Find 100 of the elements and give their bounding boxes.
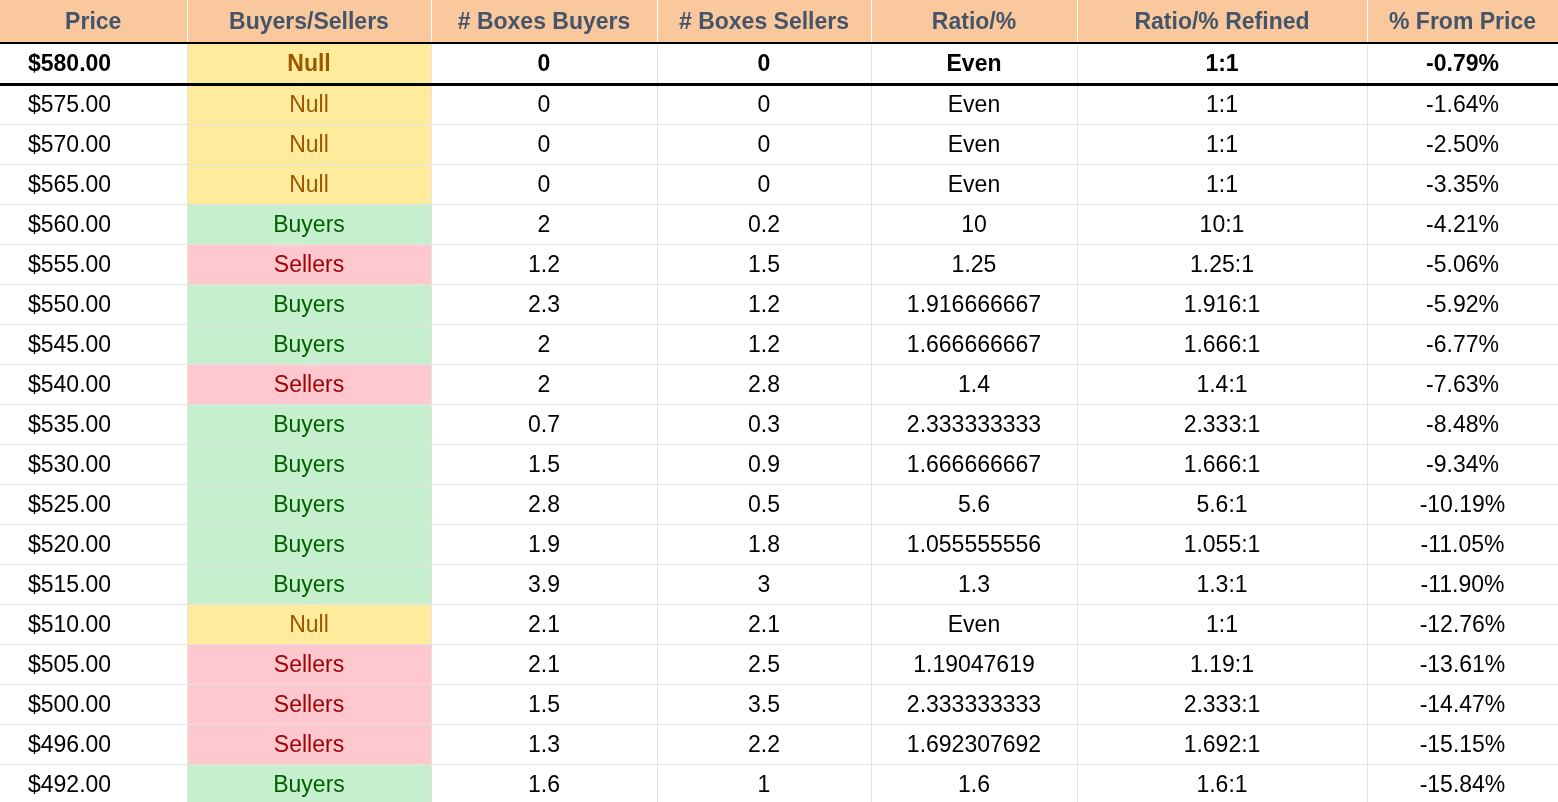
table-cell: Even [871, 84, 1077, 124]
price-cell: $555.00 [0, 244, 187, 284]
table-cell: 0 [657, 43, 871, 84]
table-cell: 1.25 [871, 244, 1077, 284]
table-cell: -1.64% [1367, 84, 1558, 124]
table-cell: 2.1 [431, 644, 657, 684]
table-cell: -11.90% [1367, 564, 1558, 604]
price-cell: $535.00 [0, 404, 187, 444]
table-cell: 1.5 [657, 244, 871, 284]
table-cell: -6.77% [1367, 324, 1558, 364]
table-cell: -15.84% [1367, 764, 1558, 802]
signal-cell: Null [187, 43, 431, 84]
signal-cell: Buyers [187, 404, 431, 444]
price-cell: $520.00 [0, 524, 187, 564]
table-cell: 2.333333333 [871, 684, 1077, 724]
signal-cell: Buyers [187, 204, 431, 244]
table-cell: 1:1 [1077, 164, 1367, 204]
table-cell: 0 [431, 164, 657, 204]
table-cell: 1.6 [871, 764, 1077, 802]
signal-cell: Buyers [187, 284, 431, 324]
signal-cell: Buyers [187, 444, 431, 484]
header-cell: % From Price [1367, 0, 1558, 43]
header-cell: # Boxes Buyers [431, 0, 657, 43]
table-cell: 1.6:1 [1077, 764, 1367, 802]
price-cell: $530.00 [0, 444, 187, 484]
table-cell: Even [871, 43, 1077, 84]
table-cell: 1.2 [657, 284, 871, 324]
table-cell: -10.19% [1367, 484, 1558, 524]
table-cell: 1.692:1 [1077, 724, 1367, 764]
signal-cell: Null [187, 124, 431, 164]
table-cell: 1.9 [431, 524, 657, 564]
price-cell: $560.00 [0, 204, 187, 244]
table-cell: -12.76% [1367, 604, 1558, 644]
table-cell: 2.8 [657, 364, 871, 404]
table-cell: 0.9 [657, 444, 871, 484]
table-cell: -9.34% [1367, 444, 1558, 484]
table-cell: 1.055555556 [871, 524, 1077, 564]
table-cell: 2.5 [657, 644, 871, 684]
table-cell: 2.1 [657, 604, 871, 644]
table-cell: -0.79% [1367, 43, 1558, 84]
table-cell: 0 [431, 43, 657, 84]
table-cell: -7.63% [1367, 364, 1558, 404]
table-cell: 0.3 [657, 404, 871, 444]
table-cell: 10:1 [1077, 204, 1367, 244]
table-cell: 1.2 [431, 244, 657, 284]
table-cell: Even [871, 164, 1077, 204]
table-cell: -11.05% [1367, 524, 1558, 564]
price-cell: $510.00 [0, 604, 187, 644]
price-cell: $496.00 [0, 724, 187, 764]
table-cell: 0 [657, 164, 871, 204]
signal-cell: Null [187, 604, 431, 644]
table-cell: 1:1 [1077, 84, 1367, 124]
price-cell: $550.00 [0, 284, 187, 324]
signal-cell: Buyers [187, 764, 431, 802]
table-cell: 1:1 [1077, 604, 1367, 644]
table-cell: 1.5 [431, 444, 657, 484]
table-cell: 3 [657, 564, 871, 604]
table-cell: -13.61% [1367, 644, 1558, 684]
price-cell: $570.00 [0, 124, 187, 164]
table-cell: Even [871, 124, 1077, 164]
table-cell: 1.6 [431, 764, 657, 802]
table-cell: Even [871, 604, 1077, 644]
table-cell: -8.48% [1367, 404, 1558, 444]
table-cell: 2 [431, 364, 657, 404]
table-cell: 2.333:1 [1077, 684, 1367, 724]
price-cell: $575.00 [0, 84, 187, 124]
table-cell: 10 [871, 204, 1077, 244]
table-cell: -15.15% [1367, 724, 1558, 764]
price-cell: $515.00 [0, 564, 187, 604]
table-cell: 2 [431, 204, 657, 244]
signal-cell: Buyers [187, 564, 431, 604]
table-cell: 1.5 [431, 684, 657, 724]
table-cell: 1.4:1 [1077, 364, 1367, 404]
table-cell: 1.666:1 [1077, 444, 1367, 484]
price-cell: $500.00 [0, 684, 187, 724]
table-cell: 2.1 [431, 604, 657, 644]
table-cell: -3.35% [1367, 164, 1558, 204]
header-cell: Buyers/Sellers [187, 0, 431, 43]
table-cell: 1.4 [871, 364, 1077, 404]
price-cell: $492.00 [0, 764, 187, 802]
signal-cell: Null [187, 164, 431, 204]
table-cell: 0 [657, 84, 871, 124]
table-cell: -4.21% [1367, 204, 1558, 244]
table-cell: -2.50% [1367, 124, 1558, 164]
table-cell: 0.7 [431, 404, 657, 444]
header-cell: # Boxes Sellers [657, 0, 871, 43]
table-cell: -5.06% [1367, 244, 1558, 284]
table-cell: 1.3:1 [1077, 564, 1367, 604]
signal-cell: Sellers [187, 244, 431, 284]
table-cell: 1.19047619 [871, 644, 1077, 684]
table-cell: 1.692307692 [871, 724, 1077, 764]
price-cell: $505.00 [0, 644, 187, 684]
header-cell: Ratio/% [871, 0, 1077, 43]
signal-cell: Sellers [187, 364, 431, 404]
header-cell: Price [0, 0, 187, 43]
table-cell: 1.916666667 [871, 284, 1077, 324]
signal-cell: Sellers [187, 684, 431, 724]
signal-cell: Null [187, 84, 431, 124]
table-cell: 1.19:1 [1077, 644, 1367, 684]
table-cell: 2.8 [431, 484, 657, 524]
